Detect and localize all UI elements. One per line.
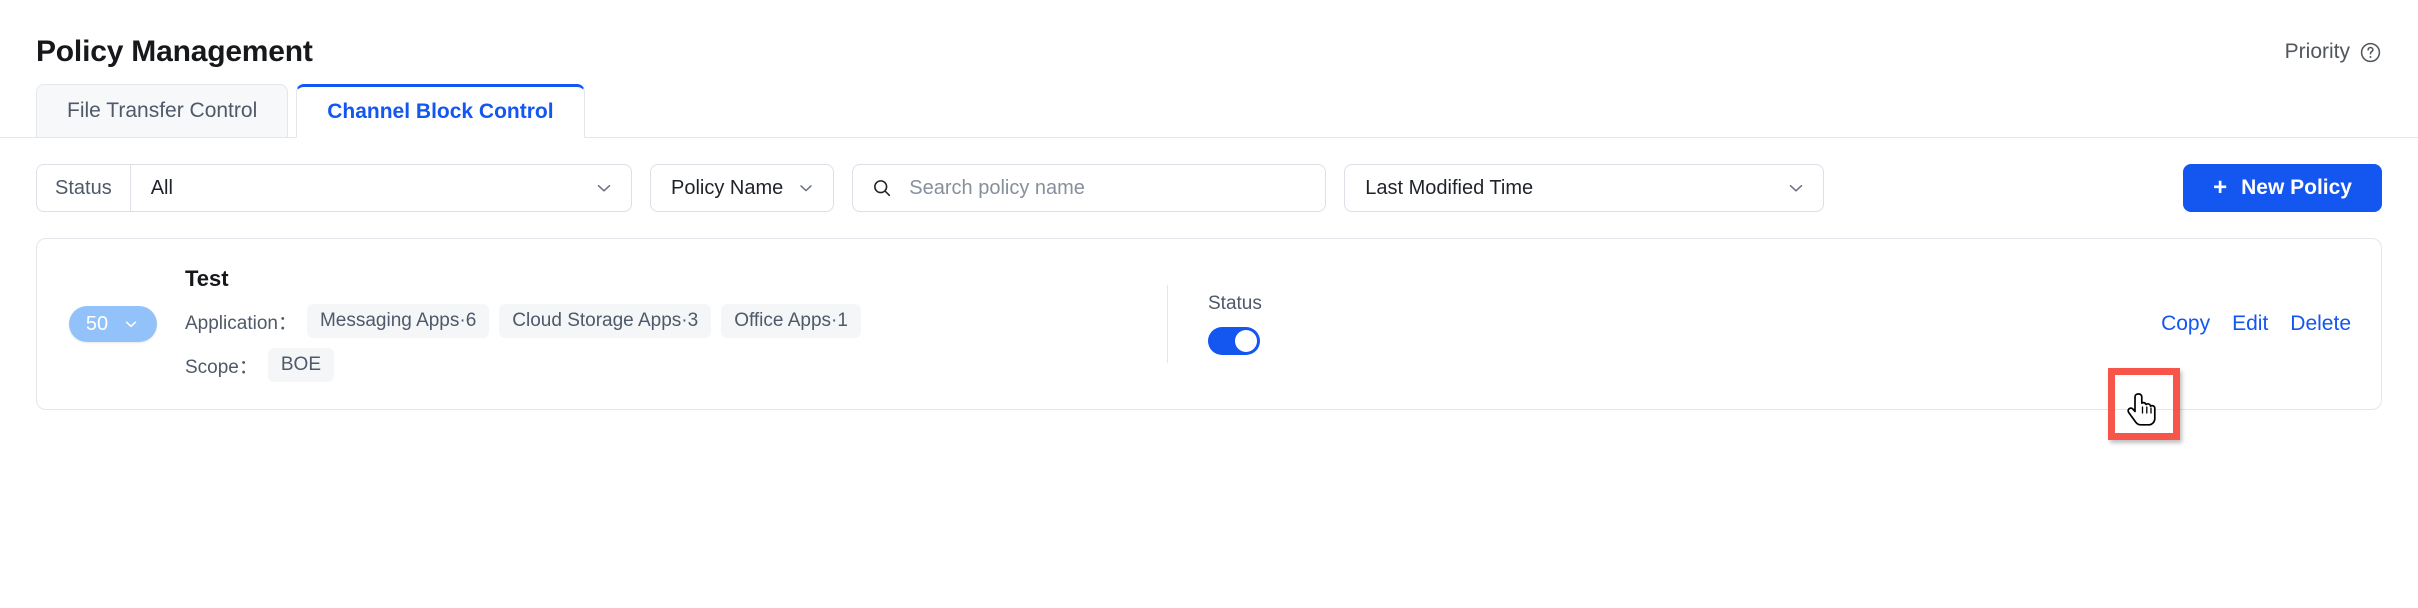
new-policy-button[interactable]: + New Policy <box>2183 164 2382 212</box>
application-tag: Messaging Apps·6 <box>306 304 490 338</box>
page-title: Policy Management <box>36 35 313 68</box>
chevron-down-icon <box>795 177 817 199</box>
policy-priority-badge[interactable]: 50 <box>69 306 157 342</box>
sort-filter-value: Last Modified Time <box>1365 176 1534 199</box>
filter-bar: Status All Policy Name Last Modi <box>0 138 2418 212</box>
question-circle-icon[interactable] <box>2359 41 2382 64</box>
copy-action-link[interactable]: Copy <box>2161 312 2210 336</box>
sort-filter[interactable]: Last Modified Time <box>1344 164 1825 212</box>
chevron-down-icon <box>593 177 615 199</box>
page-header: Policy Management Priority <box>0 0 2418 78</box>
priority-label: Priority <box>2284 40 2350 63</box>
status-filter-value-wrap[interactable]: All <box>131 177 631 200</box>
policy-status-toggle[interactable] <box>1208 327 1260 355</box>
scope-label: Scope： <box>185 356 258 378</box>
policy-status-label: Status <box>1208 293 1262 314</box>
status-filter[interactable]: Status All <box>36 164 632 212</box>
policy-application-row: Application： Messaging Apps·6 Cloud Stor… <box>185 304 1065 338</box>
search-input[interactable] <box>907 165 1310 211</box>
status-filter-value: All <box>150 176 173 199</box>
edit-action-link[interactable]: Edit <box>2232 312 2268 336</box>
policy-name-filter-label: Policy Name <box>671 176 784 199</box>
scope-tag: BOE <box>267 348 334 382</box>
policy-scope-row: Scope： BOE <box>185 348 1065 382</box>
tab-file-transfer-control[interactable]: File Transfer Control <box>36 84 289 138</box>
policy-card: 50 Test Application： Messaging Apps·6 Cl… <box>36 238 2382 410</box>
plus-icon: + <box>2213 174 2228 201</box>
policy-name-filter[interactable]: Policy Name <box>650 164 835 212</box>
policy-status-cell: Status <box>1167 285 1262 363</box>
tab-bar: File Transfer Control Channel Block Cont… <box>0 82 2418 138</box>
application-label: Application： <box>185 312 297 334</box>
tab-label: File Transfer Control <box>67 99 258 122</box>
status-filter-label: Status <box>37 165 131 211</box>
policy-name: Test <box>185 266 229 291</box>
chevron-down-icon <box>1785 177 1807 199</box>
tab-label: Channel Block Control <box>327 100 554 123</box>
tab-channel-block-control[interactable]: Channel Block Control <box>296 84 585 138</box>
delete-action-link[interactable]: Delete <box>2290 312 2351 336</box>
policy-details: Test Application： Messaging Apps·6 Cloud… <box>185 266 1065 382</box>
application-tag: Cloud Storage Apps·3 <box>499 304 712 338</box>
policy-priority-value: 50 <box>85 312 109 335</box>
toggle-knob <box>1235 330 1257 352</box>
new-policy-button-label: New Policy <box>2241 176 2352 199</box>
chevron-down-icon <box>122 315 140 333</box>
application-tag: Office Apps·1 <box>721 304 861 338</box>
policy-actions: Copy Edit Delete <box>2161 312 2351 336</box>
search-icon <box>871 177 893 199</box>
search-policy-field[interactable] <box>852 164 1327 212</box>
priority-indicator: Priority <box>2285 40 2382 64</box>
